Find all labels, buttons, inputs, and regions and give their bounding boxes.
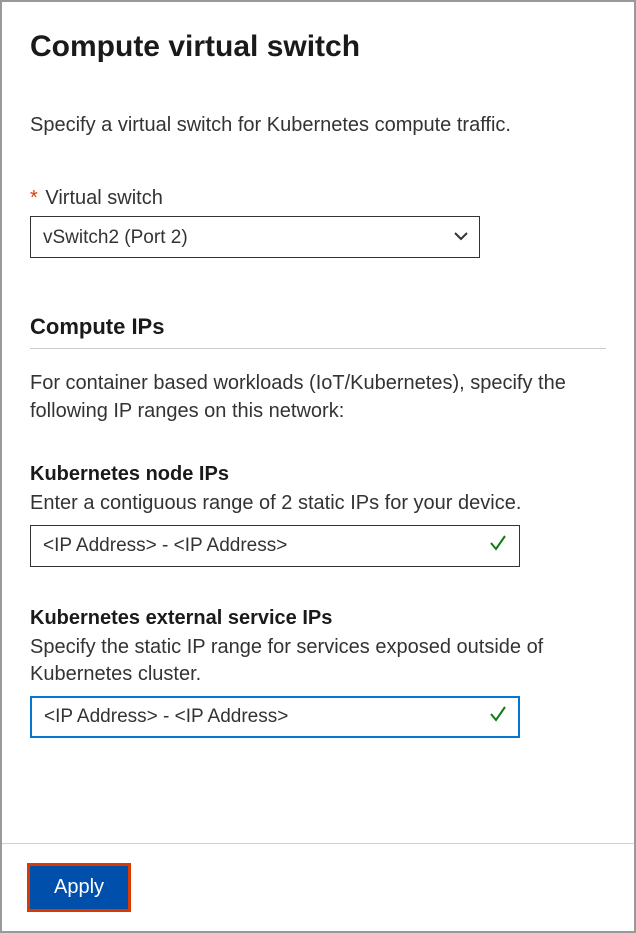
page-description: Specify a virtual switch for Kubernetes … — [30, 112, 606, 139]
page-title: Compute virtual switch — [30, 30, 606, 64]
apply-button[interactable]: Apply — [30, 866, 128, 909]
service-ips-input[interactable] — [30, 696, 520, 738]
service-ips-title: Kubernetes external service IPs — [30, 607, 606, 630]
node-ips-input-wrapper — [30, 525, 520, 567]
virtual-switch-label: * Virtual switch — [30, 187, 606, 210]
service-ips-input-wrapper — [30, 696, 520, 738]
node-ips-input[interactable] — [30, 525, 520, 567]
node-ips-description: Enter a contiguous range of 2 static IPs… — [30, 490, 606, 517]
compute-ips-section-description: For container based workloads (IoT/Kuber… — [30, 369, 606, 425]
service-ips-field: Kubernetes external service IPs Specify … — [30, 607, 606, 738]
checkmark-icon — [488, 704, 508, 730]
required-asterisk: * — [30, 187, 38, 209]
node-ips-title: Kubernetes node IPs — [30, 463, 606, 486]
main-content: Compute virtual switch Specify a virtual… — [2, 2, 634, 843]
footer: Apply — [2, 843, 634, 931]
compute-ips-section-title: Compute IPs — [30, 314, 606, 349]
service-ips-description: Specify the static IP range for services… — [30, 634, 606, 688]
checkmark-icon — [488, 533, 508, 559]
virtual-switch-select-wrapper: vSwitch2 (Port 2) — [30, 216, 480, 258]
node-ips-field: Kubernetes node IPs Enter a contiguous r… — [30, 463, 606, 567]
virtual-switch-label-text: Virtual switch — [45, 187, 162, 209]
virtual-switch-select[interactable]: vSwitch2 (Port 2) — [30, 216, 480, 258]
